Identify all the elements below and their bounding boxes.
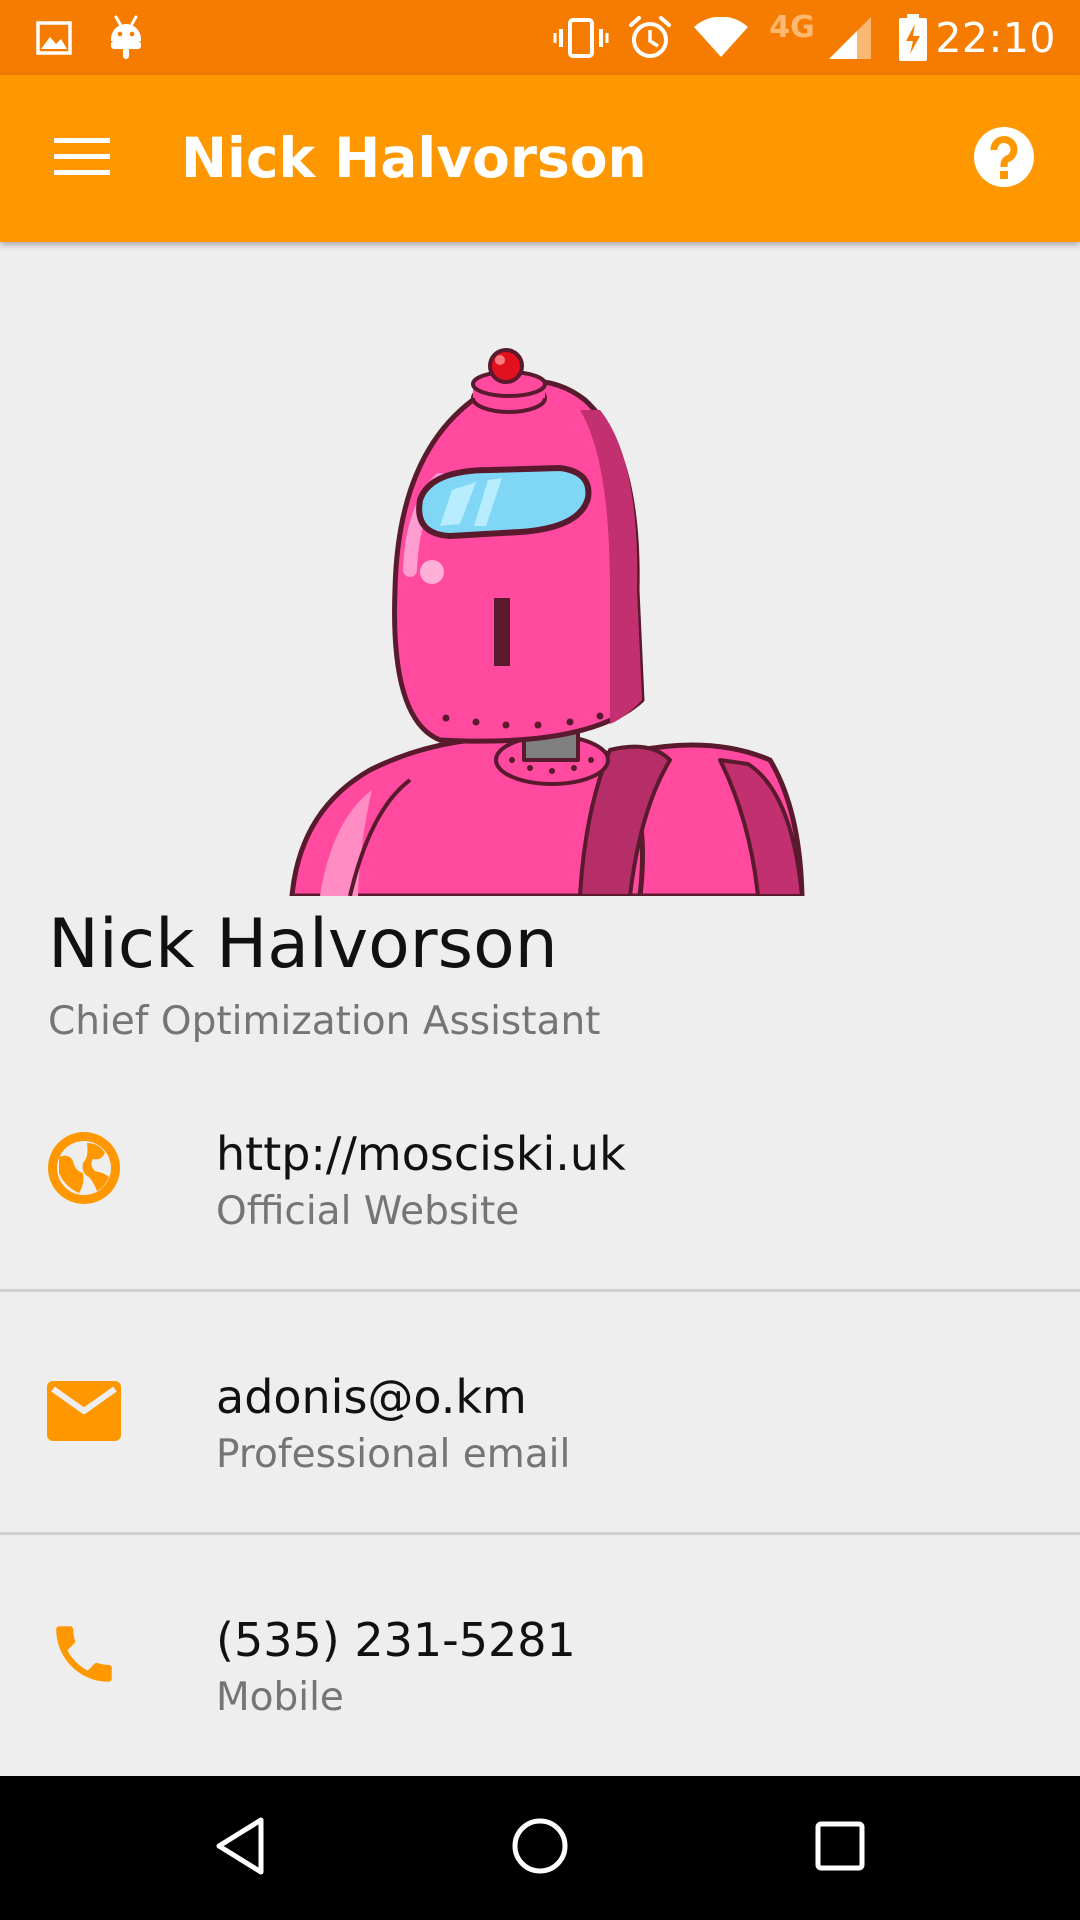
phone-icon xyxy=(44,1614,124,1694)
email-value: adonis@o.km xyxy=(216,1370,527,1424)
contact-row-email[interactable]: adonis@o.km Professional email xyxy=(0,1291,1080,1533)
email-label: Professional email xyxy=(216,1432,571,1477)
phone-label: Mobile xyxy=(216,1675,344,1720)
email-icon xyxy=(44,1371,124,1451)
help-icon xyxy=(973,126,1035,192)
wifi-icon xyxy=(692,0,750,75)
globe-icon xyxy=(44,1128,124,1208)
website-value: http://mosciski.uk xyxy=(216,1127,626,1181)
menu-icon xyxy=(54,136,110,182)
navigation-bar xyxy=(0,1776,1080,1920)
vibrate-icon xyxy=(552,0,610,75)
profile-role: Chief Optimization Assistant xyxy=(48,999,601,1044)
home-button[interactable] xyxy=(490,1800,590,1896)
app-bar: Nick Halvorson xyxy=(0,75,1080,242)
contact-row-phone[interactable]: (535) 231-5281 Mobile xyxy=(0,1534,1080,1776)
alarm-icon xyxy=(626,0,674,75)
battery-charging-icon xyxy=(896,0,930,75)
signal-icon xyxy=(826,0,874,75)
android-icon xyxy=(106,0,146,75)
help-button[interactable] xyxy=(956,111,1052,207)
page-title: Nick Halvorson xyxy=(181,126,647,190)
robot-avatar xyxy=(280,340,880,896)
image-icon xyxy=(34,0,74,75)
back-button[interactable] xyxy=(190,1800,290,1896)
recents-icon xyxy=(814,1820,866,1876)
back-icon xyxy=(213,1816,267,1880)
contact-row-website[interactable]: http://mosciski.uk Official Website xyxy=(0,1048,1080,1290)
network-type-label: 4G xyxy=(769,10,815,45)
recents-button[interactable] xyxy=(790,1800,890,1896)
home-icon xyxy=(511,1817,569,1879)
website-label: Official Website xyxy=(216,1189,520,1234)
menu-button[interactable] xyxy=(34,111,130,207)
status-time: 22:10 xyxy=(935,14,1056,62)
profile-name: Nick Halvorson xyxy=(48,905,558,984)
status-bar: 4G 22:10 xyxy=(0,0,1080,75)
phone-value: (535) 231-5281 xyxy=(216,1613,576,1667)
